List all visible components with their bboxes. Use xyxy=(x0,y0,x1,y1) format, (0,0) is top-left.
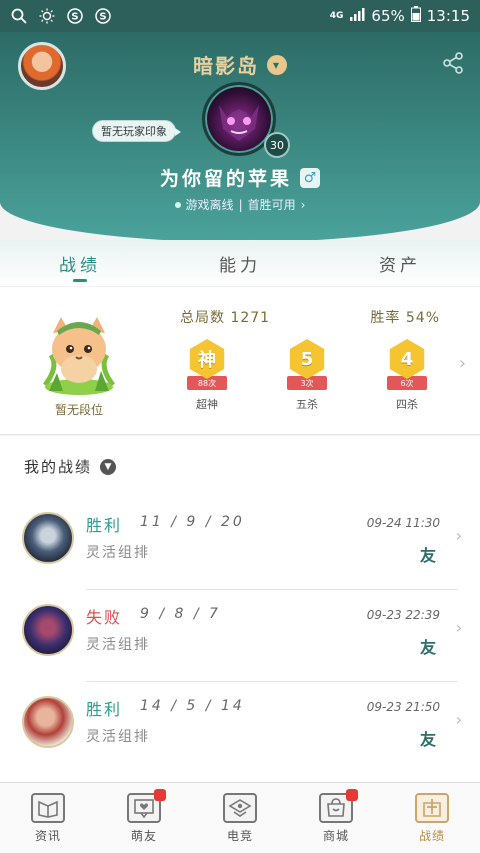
notification-badge xyxy=(153,789,166,801)
rank-label: 暂无段位 xyxy=(54,403,103,417)
esports-icon xyxy=(223,792,257,823)
chevron-right-icon[interactable]: › xyxy=(459,353,466,374)
news-icon xyxy=(31,792,65,823)
search-icon xyxy=(10,7,28,25)
profile-tabs: 战绩 能力 资产 xyxy=(0,240,480,286)
champion-avatar xyxy=(22,604,74,656)
nav-shop[interactable]: 商城 xyxy=(288,783,384,853)
nav-friends[interactable]: 萌友 xyxy=(96,783,192,853)
nav-label: 战绩 xyxy=(418,828,445,843)
match-result: 失败 xyxy=(86,608,123,627)
svg-text:S: S xyxy=(99,12,106,23)
win-rate-value: 54% xyxy=(405,310,440,326)
chevron-right-icon: › xyxy=(455,710,462,729)
total-games: 总局数 1271 xyxy=(180,307,270,327)
match-kda: 9 / 8 / 7 xyxy=(140,606,221,622)
total-games-value: 1271 xyxy=(230,310,271,326)
stats-panel[interactable]: 暂无段位 总局数 1271 胜率 54% 神 88次 超神 5 3次 五杀 4 … xyxy=(0,287,480,435)
nav-label: 商城 xyxy=(322,828,349,843)
medal-hex-icon: 4 xyxy=(389,339,425,379)
match-result: 胜利 xyxy=(86,700,123,719)
battery-icon xyxy=(410,6,421,26)
s-circle-icon: S xyxy=(94,7,112,25)
medal-legendary: 神 88次 超神 xyxy=(176,339,238,412)
signal-icon xyxy=(349,7,365,25)
win-rate: 胜率 54% xyxy=(370,307,440,327)
svg-text:S: S xyxy=(71,12,78,23)
notification-badge xyxy=(345,789,358,801)
match-records: 我的战绩 ▼ 胜利 11 / 9 / 20 灵活组排 09-24 11:30 友… xyxy=(0,436,480,782)
champion-avatar xyxy=(22,696,74,748)
share-icon[interactable] xyxy=(440,50,466,76)
friend-tag: 友 xyxy=(419,730,436,749)
first-win-status: 首胜可用 xyxy=(247,198,296,212)
status-dot-icon xyxy=(174,201,181,208)
status-bar: S S 4G 65% 13:15 xyxy=(0,0,480,32)
match-mode: 灵活组排 xyxy=(86,729,150,745)
nav-esports[interactable]: 电竞 xyxy=(192,783,288,853)
match-mode: 灵活组排 xyxy=(86,637,150,653)
friend-tag: 友 xyxy=(419,546,436,565)
chevron-down-icon: ▾ xyxy=(267,54,287,75)
tab-assets[interactable]: 资产 xyxy=(320,240,480,286)
server-name: 暗影岛 xyxy=(193,54,259,78)
match-time: 09-23 22:39 xyxy=(366,608,440,622)
nav-label: 资讯 xyxy=(34,828,61,843)
nickname: 为你留的苹果 xyxy=(159,168,292,190)
rank-block: 暂无段位 xyxy=(36,307,122,418)
match-kda: 11 / 9 / 20 xyxy=(140,514,245,530)
nav-label: 电竞 xyxy=(226,828,253,843)
chevron-right-icon: › xyxy=(455,526,462,545)
win-rate-label: 胜率 xyxy=(370,310,401,326)
s-circle-icon: S xyxy=(66,7,84,25)
level-badge: 30 xyxy=(264,132,290,158)
battery-percent: 65% xyxy=(371,7,405,25)
medal-name: 四杀 xyxy=(396,398,418,411)
nav-label: 萌友 xyxy=(130,828,157,843)
bottom-navigation: 资讯 萌友 电竞 商城 战绩 xyxy=(0,782,480,853)
chevron-right-icon: › xyxy=(300,197,306,212)
records-title: 我的战绩 xyxy=(24,458,93,476)
nickname-row: 为你留的苹果 ♂ xyxy=(0,164,480,191)
match-time: 09-23 21:50 xyxy=(366,700,440,714)
total-games-label: 总局数 xyxy=(180,310,225,326)
server-selector[interactable]: 暗影岛 ▾ xyxy=(0,50,480,79)
friend-tag: 友 xyxy=(419,638,436,657)
medal-penta-kill: 5 3次 五杀 xyxy=(276,339,338,412)
network-type: 4G xyxy=(329,10,344,21)
medal-quadra-kill: 4 6次 四杀 xyxy=(376,339,438,412)
online-status-row[interactable]: 游戏离线 | 首胜可用 › xyxy=(0,196,480,213)
profile-header: 暗影岛 ▾ 暂无玩家印象 30 为你留的苹果 ♂ 游戏离线 | 首胜可用 › xyxy=(0,32,480,242)
record-icon xyxy=(415,792,449,823)
nav-news[interactable]: 资讯 xyxy=(0,783,96,853)
match-mode: 灵活组排 xyxy=(86,545,150,561)
brightness-icon xyxy=(38,7,56,25)
match-row[interactable]: 胜利 11 / 9 / 20 灵活组排 09-24 11:30 友 › xyxy=(0,498,480,590)
gender-male-icon: ♂ xyxy=(300,167,320,188)
nav-record[interactable]: 战绩 xyxy=(384,783,480,853)
medal-name: 超神 xyxy=(196,398,218,411)
player-impression-tag[interactable]: 暂无玩家印象 xyxy=(92,120,181,142)
match-row[interactable]: 失败 9 / 8 / 7 灵活组排 09-23 22:39 友 › xyxy=(0,590,480,682)
clock: 13:15 xyxy=(426,7,470,25)
match-result: 胜利 xyxy=(86,516,123,535)
rank-emblem-icon xyxy=(39,307,119,397)
match-row[interactable]: 胜利 14 / 5 / 14 灵活组排 09-23 21:50 友 › xyxy=(0,682,480,774)
match-kda: 14 / 5 / 14 xyxy=(140,698,245,714)
match-time: 09-24 11:30 xyxy=(366,516,440,530)
online-status: 游戏离线 xyxy=(185,198,234,212)
medal-name: 五杀 xyxy=(296,398,318,411)
champion-avatar xyxy=(22,512,74,564)
medal-hex-icon: 5 xyxy=(289,339,325,379)
records-filter[interactable]: 我的战绩 ▼ xyxy=(24,456,117,477)
medal-hex-icon: 神 xyxy=(189,339,225,379)
chevron-down-icon: ▼ xyxy=(100,458,117,475)
chevron-right-icon: › xyxy=(455,618,462,637)
tab-record[interactable]: 战绩 xyxy=(0,240,160,286)
tab-ability[interactable]: 能力 xyxy=(160,240,320,286)
status-separator: | xyxy=(238,197,243,212)
